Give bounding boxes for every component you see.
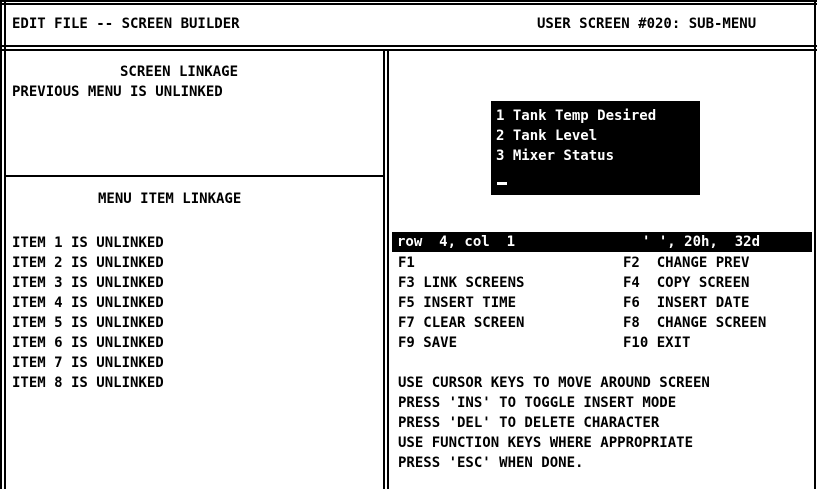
function-key-label: F3 — [398, 275, 415, 291]
menu-item-linkage-item: ITEM 2 IS UNLINKED — [12, 255, 164, 271]
function-key-f5[interactable]: F5 INSERT TIME — [398, 293, 516, 313]
border-top — [0, 0, 817, 2]
function-key-f4[interactable]: F4 COPY SCREEN — [623, 273, 749, 293]
instruction-line: USE FUNCTION KEYS WHERE APPROPRIATE — [398, 435, 694, 451]
menu-item-linkage-item: ITEM 7 IS UNLINKED — [12, 355, 164, 371]
function-key-f9[interactable]: F9 SAVE — [398, 333, 457, 353]
left-section-divider — [4, 175, 384, 177]
function-key-label: F8 — [623, 315, 640, 331]
border-left — [0, 0, 2, 489]
menu-item-linkage-item: ITEM 5 IS UNLINKED — [12, 315, 164, 331]
function-key-label: F1 — [398, 255, 415, 271]
menu-item-linkage-item: ITEM 3 IS UNLINKED — [12, 275, 164, 291]
instruction-line: PRESS 'ESC' WHEN DONE. — [398, 455, 584, 471]
function-key-f8[interactable]: F8 CHANGE SCREEN — [623, 313, 766, 333]
instruction-line: USE CURSOR KEYS TO MOVE AROUND SCREEN — [398, 375, 710, 391]
border-right — [814, 0, 816, 489]
function-key-label: F10 — [623, 335, 649, 351]
function-key-label: F4 — [623, 275, 640, 291]
screen-preview-editor[interactable]: 1 Tank Temp Desired 2 Tank Level 3 Mixer… — [491, 101, 700, 195]
border-left-inner — [4, 0, 6, 489]
menu-item-linkage-item: ITEM 6 IS UNLINKED — [12, 335, 164, 351]
function-key-label: F5 — [398, 295, 415, 311]
function-key-f7[interactable]: F7 CLEAR SCREEN — [398, 313, 524, 333]
preview-line[interactable]: 1 Tank Temp Desired — [496, 106, 656, 126]
preview-line[interactable]: 2 Tank Level — [496, 126, 597, 146]
header-left-title: EDIT FILE -- SCREEN BUILDER — [12, 16, 240, 32]
function-key-action: SAVE — [423, 335, 458, 351]
function-key-f1[interactable]: F1 — [398, 253, 415, 273]
function-key-f2[interactable]: F2 CHANGE PREV — [623, 253, 749, 273]
function-key-action: INSERT DATE — [656, 295, 750, 311]
menu-item-linkage-item: ITEM 4 IS UNLINKED — [12, 295, 164, 311]
header-right-title: USER SCREEN #020: SUB-MENU — [537, 16, 757, 32]
function-key-label: F7 — [398, 315, 415, 331]
instruction-line: PRESS 'DEL' TO DELETE CHARACTER — [398, 415, 660, 431]
character-info: ' ', 20h, 32d — [642, 234, 761, 250]
header-divider-inner — [0, 49, 817, 51]
function-key-f3[interactable]: F3 LINK SCREENS — [398, 273, 524, 293]
text-cursor — [497, 182, 507, 185]
function-key-action: CHANGE PREV — [656, 255, 750, 271]
function-key-f10[interactable]: F10 EXIT — [623, 333, 690, 353]
cursor-status-bar: row 4, col 1 ' ', 20h, 32d — [392, 232, 812, 252]
panel-divider — [383, 49, 385, 489]
function-key-label: F6 — [623, 295, 640, 311]
previous-menu-status: PREVIOUS MENU IS UNLINKED — [12, 84, 223, 100]
function-key-action: COPY SCREEN — [656, 275, 750, 291]
instruction-line: PRESS 'INS' TO TOGGLE INSERT MODE — [398, 395, 677, 411]
function-key-action: EXIT — [656, 335, 691, 351]
function-key-f6[interactable]: F6 INSERT DATE — [623, 293, 749, 313]
function-key-label: F9 — [398, 335, 415, 351]
menu-item-linkage-item: ITEM 8 IS UNLINKED — [12, 375, 164, 391]
border-top-inner — [0, 3, 817, 5]
screen-linkage-heading: SCREEN LINKAGE — [120, 64, 239, 80]
menu-item-linkage-heading: MENU ITEM LINKAGE — [98, 191, 242, 207]
function-key-action: CLEAR SCREEN — [423, 315, 525, 331]
function-key-label: F2 — [623, 255, 640, 271]
function-key-action: INSERT TIME — [423, 295, 517, 311]
panel-divider-inner — [387, 49, 389, 489]
function-key-action: LINK SCREENS — [423, 275, 525, 291]
header-divider — [0, 45, 817, 47]
function-key-action: CHANGE SCREEN — [656, 315, 767, 331]
cursor-position: row 4, col 1 — [397, 234, 516, 250]
menu-item-linkage-item: ITEM 1 IS UNLINKED — [12, 235, 164, 251]
preview-line[interactable]: 3 Mixer Status — [496, 146, 614, 166]
